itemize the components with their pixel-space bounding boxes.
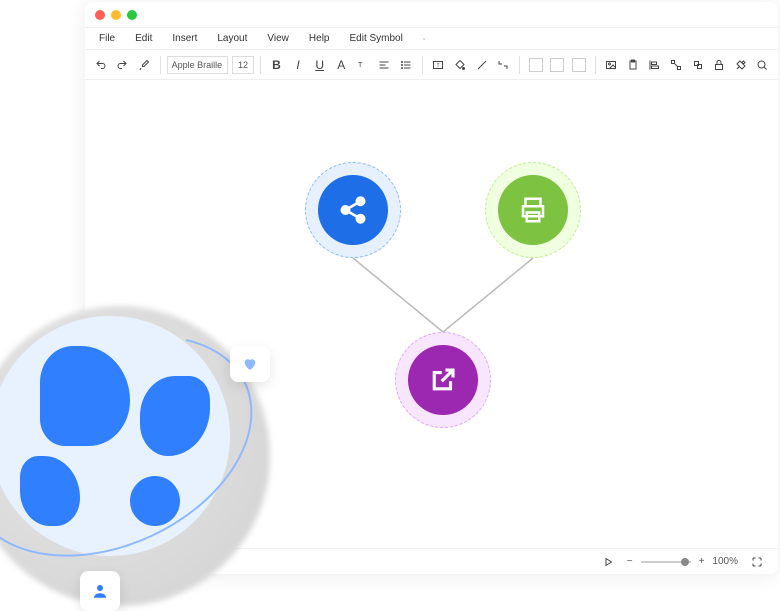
zoom-in-button[interactable]: + [699,556,705,567]
printer-icon [518,195,548,225]
fill-color-button[interactable] [450,54,470,76]
tools-button[interactable] [731,54,751,76]
globe-illustration [0,306,270,606]
menu-edit[interactable]: Edit [125,33,162,44]
menu-edit-symbol[interactable]: Edit Symbol [339,33,412,44]
zoom-level[interactable]: 100% [712,556,738,567]
svg-text:T: T [437,63,440,69]
align-button[interactable] [375,54,395,76]
user-badge [80,571,120,611]
menu-file[interactable]: File [89,33,125,44]
share-node[interactable] [305,162,401,258]
font-selector[interactable]: Apple Braille [167,56,229,74]
menu-help[interactable]: Help [299,33,340,44]
italic-button[interactable]: I [288,54,308,76]
clipboard-button[interactable] [623,54,643,76]
menubar: File Edit Insert Layout View Help Edit S… [85,28,778,50]
toolbar-divider [595,56,596,74]
external-link-icon [428,365,458,395]
maximize-window-button[interactable] [127,10,137,20]
menu-extra-icon[interactable] [413,28,435,50]
format-painter-button[interactable] [134,54,154,76]
user-icon [91,582,109,600]
list-button[interactable] [396,54,416,76]
menu-insert[interactable]: Insert [162,33,207,44]
menu-layout[interactable]: Layout [207,33,257,44]
print-node[interactable] [485,162,581,258]
titlebar [85,2,778,28]
lock-button[interactable] [709,54,729,76]
toolbar-divider [260,56,261,74]
toolbar-divider [422,56,423,74]
zoom-out-button[interactable]: − [627,556,633,567]
align-objects-button[interactable] [645,54,665,76]
stroke-swatch[interactable] [547,54,567,76]
svg-text:T: T [358,62,363,69]
export-node[interactable] [395,332,491,428]
presentation-button[interactable] [597,551,619,573]
bold-button[interactable]: B [267,54,287,76]
heart-badge [230,346,270,382]
close-window-button[interactable] [95,10,105,20]
zoom-slider[interactable] [641,561,691,563]
menu-view[interactable]: View [257,33,299,44]
toolbar-divider [160,56,161,74]
window-controls [95,10,137,20]
redo-button[interactable] [113,54,133,76]
underline-button[interactable]: U [310,54,330,76]
heart-icon [242,356,258,372]
distribute-button[interactable] [666,54,686,76]
image-button[interactable] [601,54,621,76]
share-icon [338,195,368,225]
shadow-swatch[interactable] [569,54,589,76]
undo-button[interactable] [91,54,111,76]
minimize-window-button[interactable] [111,10,121,20]
line-button[interactable] [472,54,492,76]
text-size-button[interactable]: T [353,54,373,76]
fill-swatch[interactable] [526,54,546,76]
font-color-button[interactable]: A [331,54,351,76]
font-size-selector[interactable]: 12 [232,56,254,74]
toolbar-divider [519,56,520,74]
fullscreen-button[interactable] [746,551,768,573]
search-button[interactable] [753,54,773,76]
text-box-button[interactable]: T [429,54,449,76]
group-button[interactable] [688,54,708,76]
connector-button[interactable] [493,54,513,76]
toolbar: Apple Braille 12 B I U A T T [85,50,778,80]
